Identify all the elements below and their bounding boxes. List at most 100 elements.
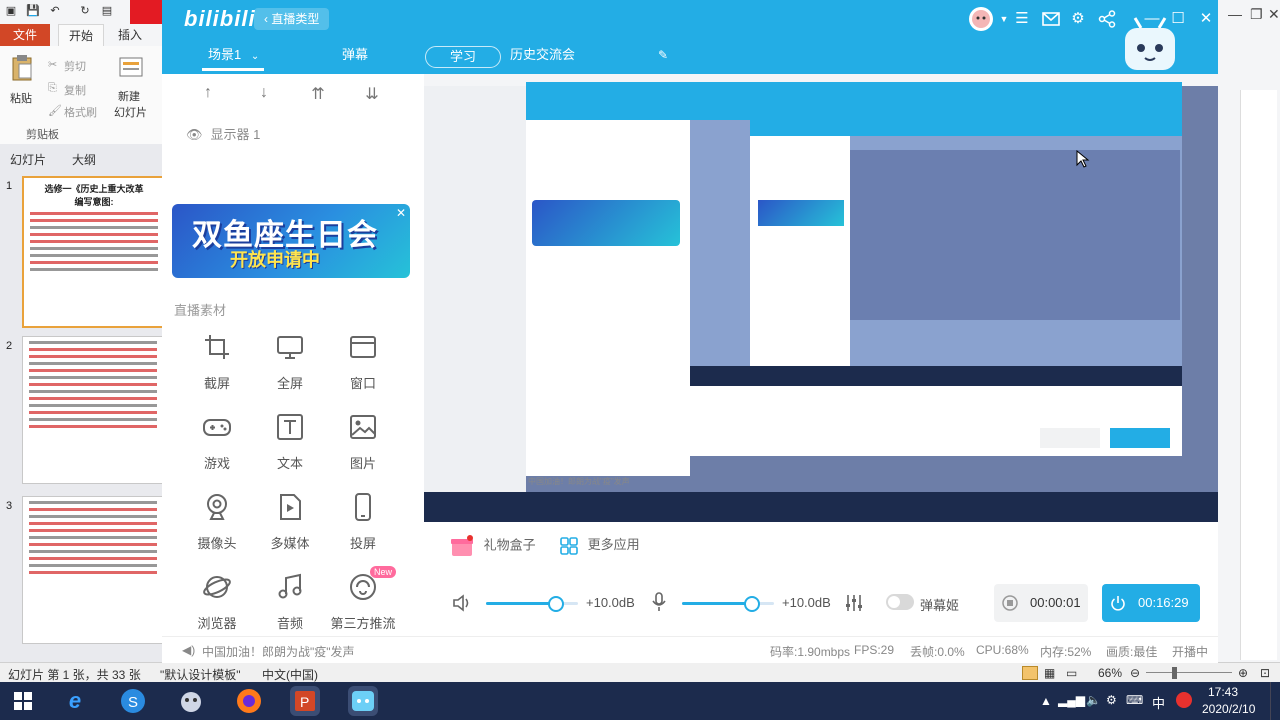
move-bottom-icon[interactable]: ⇊: [360, 84, 384, 106]
tool-third-party-stream[interactable]: New 第三方推流: [328, 566, 398, 632]
chevron-down-icon[interactable]: ▼: [994, 9, 1014, 29]
zoom-out-icon[interactable]: ⊖: [1130, 666, 1140, 680]
volume-icon[interactable]: 🔈: [1086, 693, 1101, 707]
close-icon[interactable]: ✕: [1196, 9, 1216, 29]
slider-knob[interactable]: [547, 596, 564, 612]
tool-cast[interactable]: 投屏: [328, 492, 398, 552]
new-slide-label-2[interactable]: 幻灯片: [114, 104, 147, 120]
live-type-button[interactable]: ‹ 直播类型: [254, 8, 330, 30]
input-mode-icon[interactable]: ⌨: [1126, 693, 1143, 707]
move-top-icon[interactable]: ⇈: [306, 84, 330, 106]
tab-scene[interactable]: 场景1 ⌄: [208, 44, 259, 66]
ime-indicator[interactable]: 中: [1152, 693, 1165, 712]
redo-icon[interactable]: ↻: [78, 4, 92, 18]
tool-window[interactable]: 窗口: [328, 332, 398, 392]
live-topic-title[interactable]: 历史交流会: [510, 44, 575, 66]
scissors-icon[interactable]: ✂: [48, 58, 57, 71]
slideshow-icon[interactable]: ▭: [1066, 666, 1077, 680]
promo-banner[interactable]: 双鱼座生日会 开放申请中 ✕: [172, 204, 410, 278]
tab-danmaku[interactable]: 弹幕: [342, 44, 368, 66]
undo-icon[interactable]: ↶: [48, 4, 62, 18]
powerpoint-icon[interactable]: P: [290, 686, 320, 716]
tool-screenshot[interactable]: 截屏: [182, 332, 252, 392]
mic-volume-slider[interactable]: [682, 596, 774, 612]
mail-icon[interactable]: [1042, 11, 1060, 27]
menu-icon[interactable]: ☰: [1012, 9, 1032, 29]
zoom-thumb[interactable]: [1172, 667, 1177, 679]
record-button[interactable]: 00:00:01: [994, 584, 1088, 622]
restore-icon[interactable]: ❐: [1250, 6, 1263, 23]
banner-close-icon[interactable]: ✕: [396, 206, 406, 220]
live-preview[interactable]: 中国加油！郎朗为战"疫"发声: [424, 74, 1218, 522]
tab-insert[interactable]: 插入: [108, 24, 152, 46]
sogou-icon[interactable]: S: [118, 686, 148, 716]
ie-browser-icon[interactable]: e: [60, 686, 90, 716]
equalizer-icon[interactable]: [844, 593, 864, 613]
avatar[interactable]: [968, 6, 994, 32]
arrow-up-icon[interactable]: ↑: [196, 84, 220, 106]
tool-text[interactable]: 文本: [255, 412, 325, 472]
source-item[interactable]: 👁 显示器 1: [186, 124, 260, 143]
sogou-tray-icon[interactable]: [1176, 692, 1192, 708]
more-apps-button[interactable]: 更多应用: [560, 534, 640, 555]
tray-expand-icon[interactable]: ▲: [1040, 694, 1052, 708]
ppt-app-icon[interactable]: ▣: [4, 4, 18, 18]
minimize-icon[interactable]: —: [1142, 9, 1162, 29]
windows-start-icon[interactable]: [8, 686, 38, 716]
save-icon[interactable]: 💾: [26, 4, 40, 18]
announcement-text[interactable]: 中国加油！郎朗为战"疫"发声: [202, 643, 355, 660]
layout-icon[interactable]: ▤: [100, 4, 114, 18]
copy-label[interactable]: 复制: [64, 82, 86, 98]
fit-window-icon[interactable]: ⊡: [1260, 666, 1270, 680]
sorter-view-icon[interactable]: ▦: [1044, 666, 1055, 680]
brush-icon[interactable]: 🖌: [48, 104, 62, 117]
close-icon[interactable]: ✕: [1268, 6, 1280, 23]
clock-time[interactable]: 17:43: [1208, 685, 1238, 699]
format-painter-label[interactable]: 格式刷: [64, 104, 97, 120]
new-slide-label-1[interactable]: 新建: [118, 88, 140, 104]
gift-box-button[interactable]: 礼物盒子: [450, 534, 536, 558]
speaker-icon[interactable]: [452, 594, 472, 612]
tool-image[interactable]: 图片: [328, 412, 398, 472]
speaker-volume-slider[interactable]: [486, 596, 578, 612]
tab-slides[interactable]: 幻灯片: [10, 151, 46, 168]
copy-icon[interactable]: ⎘: [48, 82, 57, 95]
network-icon[interactable]: ▂▄▆: [1058, 693, 1085, 707]
zoom-in-icon[interactable]: ⊕: [1238, 666, 1248, 680]
arrow-down-icon[interactable]: ↓: [252, 84, 276, 106]
tag-study[interactable]: 学习: [425, 46, 501, 68]
slide-thumbnail[interactable]: 选修一《历史上重大改革 编写意图:: [22, 176, 166, 328]
settings-gear-icon[interactable]: ⚙: [1068, 9, 1088, 29]
normal-view-icon[interactable]: [1022, 666, 1038, 680]
clock-date[interactable]: 2020/2/10: [1202, 702, 1255, 716]
danmaku-ji-toggle[interactable]: [886, 594, 914, 610]
slider-knob[interactable]: [743, 596, 760, 612]
tool-camera[interactable]: 摄像头: [182, 492, 252, 552]
tab-home[interactable]: 开始: [58, 24, 104, 47]
zoom-level[interactable]: 66%: [1098, 666, 1122, 680]
eye-icon[interactable]: 👁: [186, 127, 203, 142]
show-desktop-button[interactable]: [1270, 682, 1277, 720]
edit-icon[interactable]: ✎: [658, 44, 668, 66]
app-cat-icon[interactable]: [176, 686, 206, 716]
maximize-icon[interactable]: ☐: [1168, 9, 1188, 29]
minimize-icon[interactable]: —: [1228, 6, 1242, 22]
firefox-icon[interactable]: [234, 686, 264, 716]
cut-label[interactable]: 剪切: [64, 58, 86, 74]
zoom-slider[interactable]: [1146, 672, 1232, 673]
paste-label[interactable]: 粘贴: [10, 90, 32, 106]
share-icon[interactable]: [1098, 10, 1116, 28]
tool-game[interactable]: 游戏: [182, 412, 252, 472]
tool-fullscreen[interactable]: 全屏: [255, 332, 325, 392]
tool-browser[interactable]: 浏览器: [182, 572, 252, 632]
slide-thumbnail[interactable]: [22, 496, 164, 644]
live-toggle-button[interactable]: 00:16:29: [1102, 584, 1200, 622]
microphone-icon[interactable]: [652, 592, 666, 612]
slide-thumbnail[interactable]: [22, 336, 164, 484]
tab-file[interactable]: 文件: [0, 24, 50, 46]
paste-icon[interactable]: [10, 54, 34, 82]
tool-audio[interactable]: 音频: [255, 572, 325, 632]
tab-outline[interactable]: 大纲: [72, 151, 96, 168]
tool-media[interactable]: 多媒体: [255, 492, 325, 552]
bilibili-live-icon[interactable]: [348, 686, 378, 716]
